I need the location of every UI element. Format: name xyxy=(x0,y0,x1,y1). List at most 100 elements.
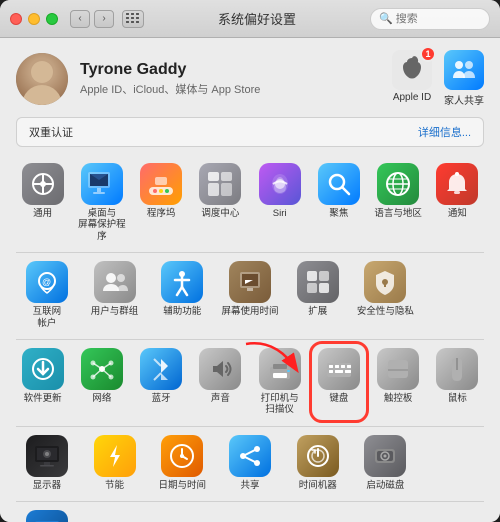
pref-mouse[interactable]: 鼠标 xyxy=(431,344,484,420)
screen-time-label: 屏幕使用时间 xyxy=(221,306,278,317)
content-area: Tyrone Gaddy Apple ID、iCloud、媒体与 App Sto… xyxy=(0,38,500,522)
apple-id-icon: 1 xyxy=(392,50,432,90)
notification-label: 通知 xyxy=(448,208,467,219)
energy-label: 节能 xyxy=(105,480,124,491)
pref-siri[interactable]: Siri xyxy=(253,159,306,246)
security-label: 安全性与隐私 xyxy=(357,306,414,317)
traffic-lights xyxy=(10,13,58,25)
mission-label: 调度中心 xyxy=(201,208,239,219)
bluetooth-label: 蓝牙 xyxy=(152,393,171,404)
software-label: 软件更新 xyxy=(24,393,62,404)
family-sharing-icon xyxy=(444,50,484,90)
profile-subtitle: Apple ID、iCloud、媒体与 App Store xyxy=(80,81,392,97)
pref-display[interactable]: 显示器 xyxy=(16,431,78,495)
pref-energy[interactable]: 节能 xyxy=(84,431,146,495)
search-box[interactable]: 🔍 xyxy=(370,8,490,30)
back-button[interactable]: ‹ xyxy=(70,10,90,28)
internet-icon: @ xyxy=(26,261,68,303)
auth-link[interactable]: 详细信息... xyxy=(418,124,471,140)
apple-id-item[interactable]: 1 Apple ID xyxy=(392,50,432,103)
pref-mission[interactable]: 调度中心 xyxy=(194,159,247,246)
extensions-icon xyxy=(297,261,339,303)
language-label: 语言与地区 xyxy=(374,208,422,219)
pref-sound[interactable]: 声音 xyxy=(194,344,247,420)
switchresx-icon: RES xyxy=(26,510,68,522)
sound-icon xyxy=(199,348,241,390)
extensions-label: 扩展 xyxy=(308,306,327,317)
avatar xyxy=(16,53,68,105)
mission-icon xyxy=(199,163,241,205)
family-sharing-label: 家人共享 xyxy=(444,92,484,107)
pref-screen-time[interactable]: 屏幕使用时间 xyxy=(219,257,281,333)
row-divider-1 xyxy=(16,252,484,253)
prefs-row-4: 显示器 节能 xyxy=(16,431,484,495)
profile-info: Tyrone Gaddy Apple ID、iCloud、媒体与 App Sto… xyxy=(80,61,392,97)
pref-notification[interactable]: 通知 xyxy=(431,159,484,246)
pref-spotlight[interactable]: 聚焦 xyxy=(312,159,365,246)
grid-view-button[interactable] xyxy=(122,10,144,28)
datetime-icon xyxy=(161,435,203,477)
auth-text: 双重认证 xyxy=(29,124,73,140)
pref-startup[interactable]: 启动磁盘 xyxy=(355,431,417,495)
minimize-button[interactable] xyxy=(28,13,40,25)
profile-icons: 1 Apple ID 家人共享 xyxy=(392,50,484,107)
prefs-row-5: RES SwitchResX xyxy=(16,506,484,522)
trackpad-icon xyxy=(377,348,419,390)
trackpad-label: 触控板 xyxy=(384,393,413,404)
nav-buttons: ‹ › xyxy=(70,10,144,28)
energy-icon xyxy=(94,435,136,477)
pref-general[interactable]: 通用 xyxy=(16,159,69,246)
pref-datetime[interactable]: 日期与时间 xyxy=(151,431,213,495)
accessibility-icon xyxy=(161,261,203,303)
pref-language[interactable]: 语言与地区 xyxy=(372,159,425,246)
titlebar: ‹ › 系统偏好设置 🔍 xyxy=(0,0,500,38)
family-sharing-item[interactable]: 家人共享 xyxy=(444,50,484,107)
svg-text:@: @ xyxy=(42,277,51,287)
network-icon xyxy=(81,348,123,390)
maximize-button[interactable] xyxy=(46,13,58,25)
pref-keyboard[interactable]: 键盘 xyxy=(312,344,365,420)
pref-desktop[interactable]: 桌面与 屏幕保护程序 xyxy=(75,159,128,246)
sharing-label: 共享 xyxy=(240,480,259,491)
users-icon xyxy=(94,261,136,303)
notification-icon xyxy=(436,163,478,205)
internet-label: 互联网 帐户 xyxy=(33,306,62,329)
display-icon xyxy=(26,435,68,477)
pref-security[interactable]: 安全性与隐私 xyxy=(355,257,417,333)
accessibility-label: 辅助功能 xyxy=(163,306,201,317)
forward-button[interactable]: › xyxy=(94,10,114,28)
pref-printers[interactable]: 打印机与 扫描仪 xyxy=(253,344,306,420)
pref-switchresx[interactable]: RES SwitchResX xyxy=(16,506,78,522)
mouse-label: 鼠标 xyxy=(448,393,467,404)
pref-internet[interactable]: @ 互联网 帐户 xyxy=(16,257,78,333)
profile-section: Tyrone Gaddy Apple ID、iCloud、媒体与 App Sto… xyxy=(16,50,484,107)
auth-bar: 双重认证 详细信息... xyxy=(16,117,484,147)
row-divider-4 xyxy=(16,501,484,502)
pref-accessibility[interactable]: 辅助功能 xyxy=(151,257,213,333)
close-button[interactable] xyxy=(10,13,22,25)
timemachine-icon xyxy=(297,435,339,477)
users-label: 用户与群组 xyxy=(91,306,139,317)
pref-software[interactable]: 软件更新 xyxy=(16,344,69,420)
general-icon xyxy=(22,163,64,205)
spotlight-icon xyxy=(318,163,360,205)
pref-timemachine[interactable]: 时间机器 xyxy=(287,431,349,495)
pref-extensions[interactable]: 扩展 xyxy=(287,257,349,333)
network-label: 网络 xyxy=(92,393,111,404)
pref-bluetooth[interactable]: 蓝牙 xyxy=(135,344,188,420)
prefs-row-1: 通用 桌面与 屏幕保护程序 xyxy=(16,159,484,246)
pref-trackpad[interactable]: 触控板 xyxy=(372,344,425,420)
desktop-icon xyxy=(81,163,123,205)
pref-users[interactable]: 用户与群组 xyxy=(84,257,146,333)
display-label: 显示器 xyxy=(33,480,62,491)
bluetooth-icon xyxy=(140,348,182,390)
search-input[interactable] xyxy=(396,13,481,25)
pref-network[interactable]: 网络 xyxy=(75,344,128,420)
datetime-label: 日期与时间 xyxy=(159,480,207,491)
pref-launchpad[interactable]: 程序坞 xyxy=(135,159,188,246)
apple-id-badge: 1 xyxy=(420,46,436,62)
printers-label: 打印机与 扫描仪 xyxy=(261,393,299,416)
pref-sharing[interactable]: 共享 xyxy=(219,431,281,495)
apple-id-label: Apple ID xyxy=(393,92,431,103)
prefs-row-2: @ 互联网 帐户 用户与群组 xyxy=(16,257,484,333)
